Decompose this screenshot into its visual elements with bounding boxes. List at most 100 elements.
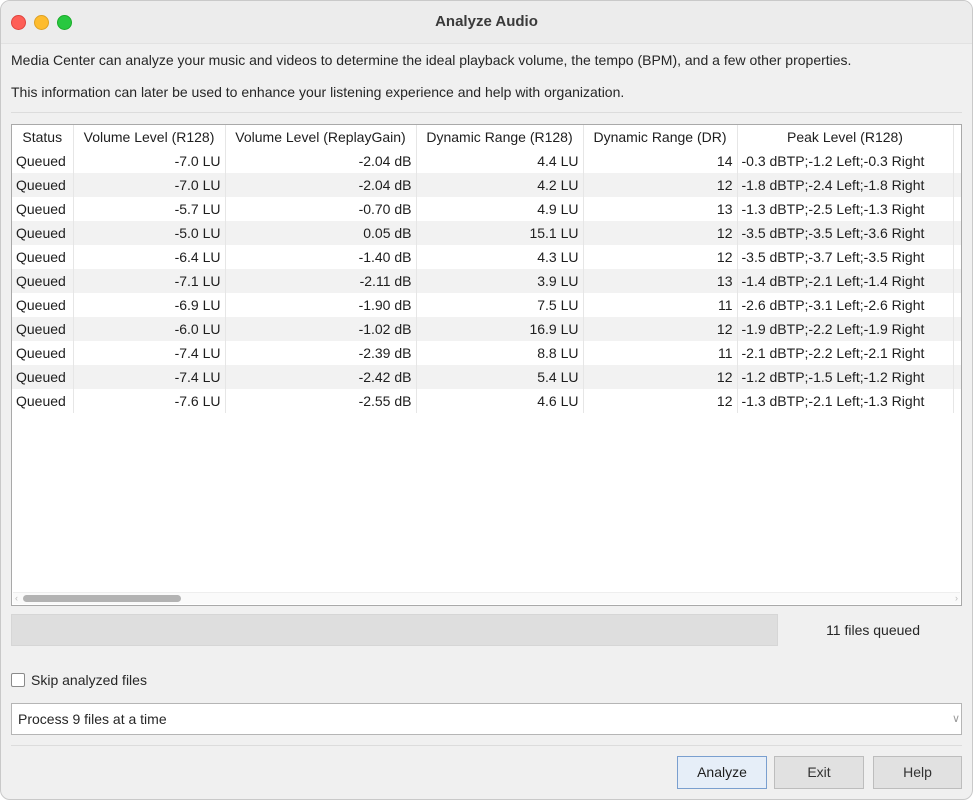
description-line-1: Media Center can analyze your music and … xyxy=(11,52,852,68)
cell-status: Queued xyxy=(12,173,74,197)
scroll-right-arrow-icon[interactable]: › xyxy=(955,593,958,604)
description-line-2: This information can later be used to en… xyxy=(11,84,625,100)
cell-truncated: - xyxy=(953,317,961,341)
cell-peak-level: -2.1 dBTP;-2.2 Left;-2.1 Right xyxy=(737,341,954,365)
analysis-grid: Status Volume Level (R128) Volume Level … xyxy=(12,125,961,413)
cell-volume-r128: -7.4 LU xyxy=(73,341,226,365)
table-row[interactable]: Queued -5.0 LU 0.05 dB 15.1 LU 12 -3.5 d… xyxy=(12,221,961,245)
skip-analyzed-checkbox[interactable] xyxy=(11,673,25,687)
column-header-volume-r128[interactable]: Volume Level (R128) xyxy=(73,125,226,149)
cell-truncated: - xyxy=(953,293,961,317)
column-header-peak-level-r128[interactable]: Peak Level (R128) xyxy=(737,125,954,149)
cell-volume-replaygain: -1.02 dB xyxy=(225,317,417,341)
cell-volume-replaygain: -2.55 dB xyxy=(225,389,417,413)
cell-volume-r128: -6.4 LU xyxy=(73,245,226,269)
cell-dynamic-range-r128: 7.5 LU xyxy=(416,293,584,317)
table-row[interactable]: Queued -5.7 LU -0.70 dB 4.9 LU 13 -1.3 d… xyxy=(12,197,961,221)
scroll-left-arrow-icon[interactable]: ‹ xyxy=(15,593,18,604)
analysis-progress-bar xyxy=(11,614,778,646)
cell-volume-replaygain: -2.39 dB xyxy=(225,341,417,365)
column-header-volume-replaygain[interactable]: Volume Level (ReplayGain) xyxy=(225,125,417,149)
analyze-audio-window: Analyze Audio Media Center can analyze y… xyxy=(0,0,973,800)
cell-status: Queued xyxy=(12,293,74,317)
cell-dynamic-range-r128: 4.6 LU xyxy=(416,389,584,413)
cell-status: Queued xyxy=(12,197,74,221)
table-row[interactable]: Queued -6.0 LU -1.02 dB 16.9 LU 12 -1.9 … xyxy=(12,317,961,341)
cell-dynamic-range-dr: 13 xyxy=(583,269,738,293)
cell-dynamic-range-r128: 16.9 LU xyxy=(416,317,584,341)
column-header-truncated[interactable]: F xyxy=(953,125,961,149)
column-header-dynamic-range-r128[interactable]: Dynamic Range (R128) xyxy=(416,125,584,149)
cell-dynamic-range-r128: 5.4 LU xyxy=(416,365,584,389)
cell-dynamic-range-r128: 3.9 LU xyxy=(416,269,584,293)
table-row[interactable]: Queued -7.0 LU -2.04 dB 4.2 LU 12 -1.8 d… xyxy=(12,173,961,197)
cell-volume-r128: -7.0 LU xyxy=(73,173,226,197)
scrollbar-thumb[interactable] xyxy=(23,595,181,602)
table-row[interactable]: Queued -6.4 LU -1.40 dB 4.3 LU 12 -3.5 d… xyxy=(12,245,961,269)
help-button[interactable]: Help xyxy=(873,756,962,789)
cell-dynamic-range-dr: 12 xyxy=(583,365,738,389)
table-row[interactable]: Queued -7.0 LU -2.04 dB 4.4 LU 14 -0.3 d… xyxy=(12,149,961,173)
cell-status: Queued xyxy=(12,269,74,293)
cell-volume-replaygain: -0.70 dB xyxy=(225,197,417,221)
cell-volume-r128: -6.0 LU xyxy=(73,317,226,341)
cell-dynamic-range-dr: 12 xyxy=(583,317,738,341)
cell-volume-r128: -7.6 LU xyxy=(73,389,226,413)
exit-button[interactable]: Exit xyxy=(774,756,864,789)
cell-dynamic-range-r128: 8.8 LU xyxy=(416,341,584,365)
skip-analyzed-label[interactable]: Skip analyzed files xyxy=(31,672,147,688)
cell-volume-replaygain: -2.04 dB xyxy=(225,173,417,197)
cell-status: Queued xyxy=(12,149,74,173)
cell-status: Queued xyxy=(12,365,74,389)
table-row[interactable]: Queued -7.1 LU -2.11 dB 3.9 LU 13 -1.4 d… xyxy=(12,269,961,293)
cell-dynamic-range-r128: 4.2 LU xyxy=(416,173,584,197)
cell-volume-replaygain: -1.90 dB xyxy=(225,293,417,317)
cell-peak-level: -1.8 dBTP;-2.4 Left;-1.8 Right xyxy=(737,173,954,197)
title-bar: Analyze Audio xyxy=(1,1,972,44)
cell-peak-level: -1.4 dBTP;-2.1 Left;-1.4 Right xyxy=(737,269,954,293)
table-row[interactable]: Queued -6.9 LU -1.90 dB 7.5 LU 11 -2.6 d… xyxy=(12,293,961,317)
cell-truncated: - xyxy=(953,221,961,245)
cell-dynamic-range-dr: 12 xyxy=(583,221,738,245)
cell-peak-level: -0.3 dBTP;-1.2 Left;-0.3 Right xyxy=(737,149,954,173)
column-header-dynamic-range-dr[interactable]: Dynamic Range (DR) xyxy=(583,125,738,149)
table-row[interactable]: Queued -7.4 LU -2.39 dB 8.8 LU 11 -2.1 d… xyxy=(12,341,961,365)
cell-dynamic-range-dr: 12 xyxy=(583,173,738,197)
cell-peak-level: -1.2 dBTP;-1.5 Left;-1.2 Right xyxy=(737,365,954,389)
cell-volume-replaygain: 0.05 dB xyxy=(225,221,417,245)
cell-status: Queued xyxy=(12,341,74,365)
files-queued-status: 11 files queued xyxy=(826,622,920,638)
cell-dynamic-range-dr: 13 xyxy=(583,197,738,221)
process-files-select[interactable]: Process 9 files at a time ∨ xyxy=(11,703,962,735)
cell-volume-replaygain: -2.11 dB xyxy=(225,269,417,293)
cell-volume-r128: -7.0 LU xyxy=(73,149,226,173)
chevron-down-icon: ∨ xyxy=(951,713,960,725)
cell-dynamic-range-dr: 14 xyxy=(583,149,738,173)
cell-truncated: - xyxy=(953,149,961,173)
cell-volume-r128: -6.9 LU xyxy=(73,293,226,317)
cell-truncated: - xyxy=(953,197,961,221)
cell-dynamic-range-dr: 12 xyxy=(583,245,738,269)
cell-volume-r128: -5.7 LU xyxy=(73,197,226,221)
cell-dynamic-range-r128: 4.4 LU xyxy=(416,149,584,173)
cell-volume-replaygain: -2.42 dB xyxy=(225,365,417,389)
analyze-button[interactable]: Analyze xyxy=(677,756,767,789)
footer-divider xyxy=(11,745,962,746)
process-files-select-value: Process 9 files at a time xyxy=(18,711,167,727)
cell-volume-replaygain: -2.04 dB xyxy=(225,149,417,173)
cell-peak-level: -3.5 dBTP;-3.5 Left;-3.6 Right xyxy=(737,221,954,245)
table-row[interactable]: Queued -7.6 LU -2.55 dB 4.6 LU 12 -1.3 d… xyxy=(12,389,961,413)
column-header-status[interactable]: Status xyxy=(12,125,74,149)
analysis-table[interactable]: Status Volume Level (R128) Volume Level … xyxy=(11,124,962,606)
divider xyxy=(11,112,962,113)
horizontal-scrollbar[interactable]: ‹ › xyxy=(13,592,960,604)
cell-status: Queued xyxy=(12,317,74,341)
cell-dynamic-range-r128: 4.9 LU xyxy=(416,197,584,221)
cell-peak-level: -1.3 dBTP;-2.5 Left;-1.3 Right xyxy=(737,197,954,221)
cell-truncated: - xyxy=(953,173,961,197)
table-row[interactable]: Queued -7.4 LU -2.42 dB 5.4 LU 12 -1.2 d… xyxy=(12,365,961,389)
cell-peak-level: -1.3 dBTP;-2.1 Left;-1.3 Right xyxy=(737,389,954,413)
cell-dynamic-range-dr: 12 xyxy=(583,389,738,413)
cell-truncated: - xyxy=(953,365,961,389)
cell-truncated: - xyxy=(953,389,961,413)
